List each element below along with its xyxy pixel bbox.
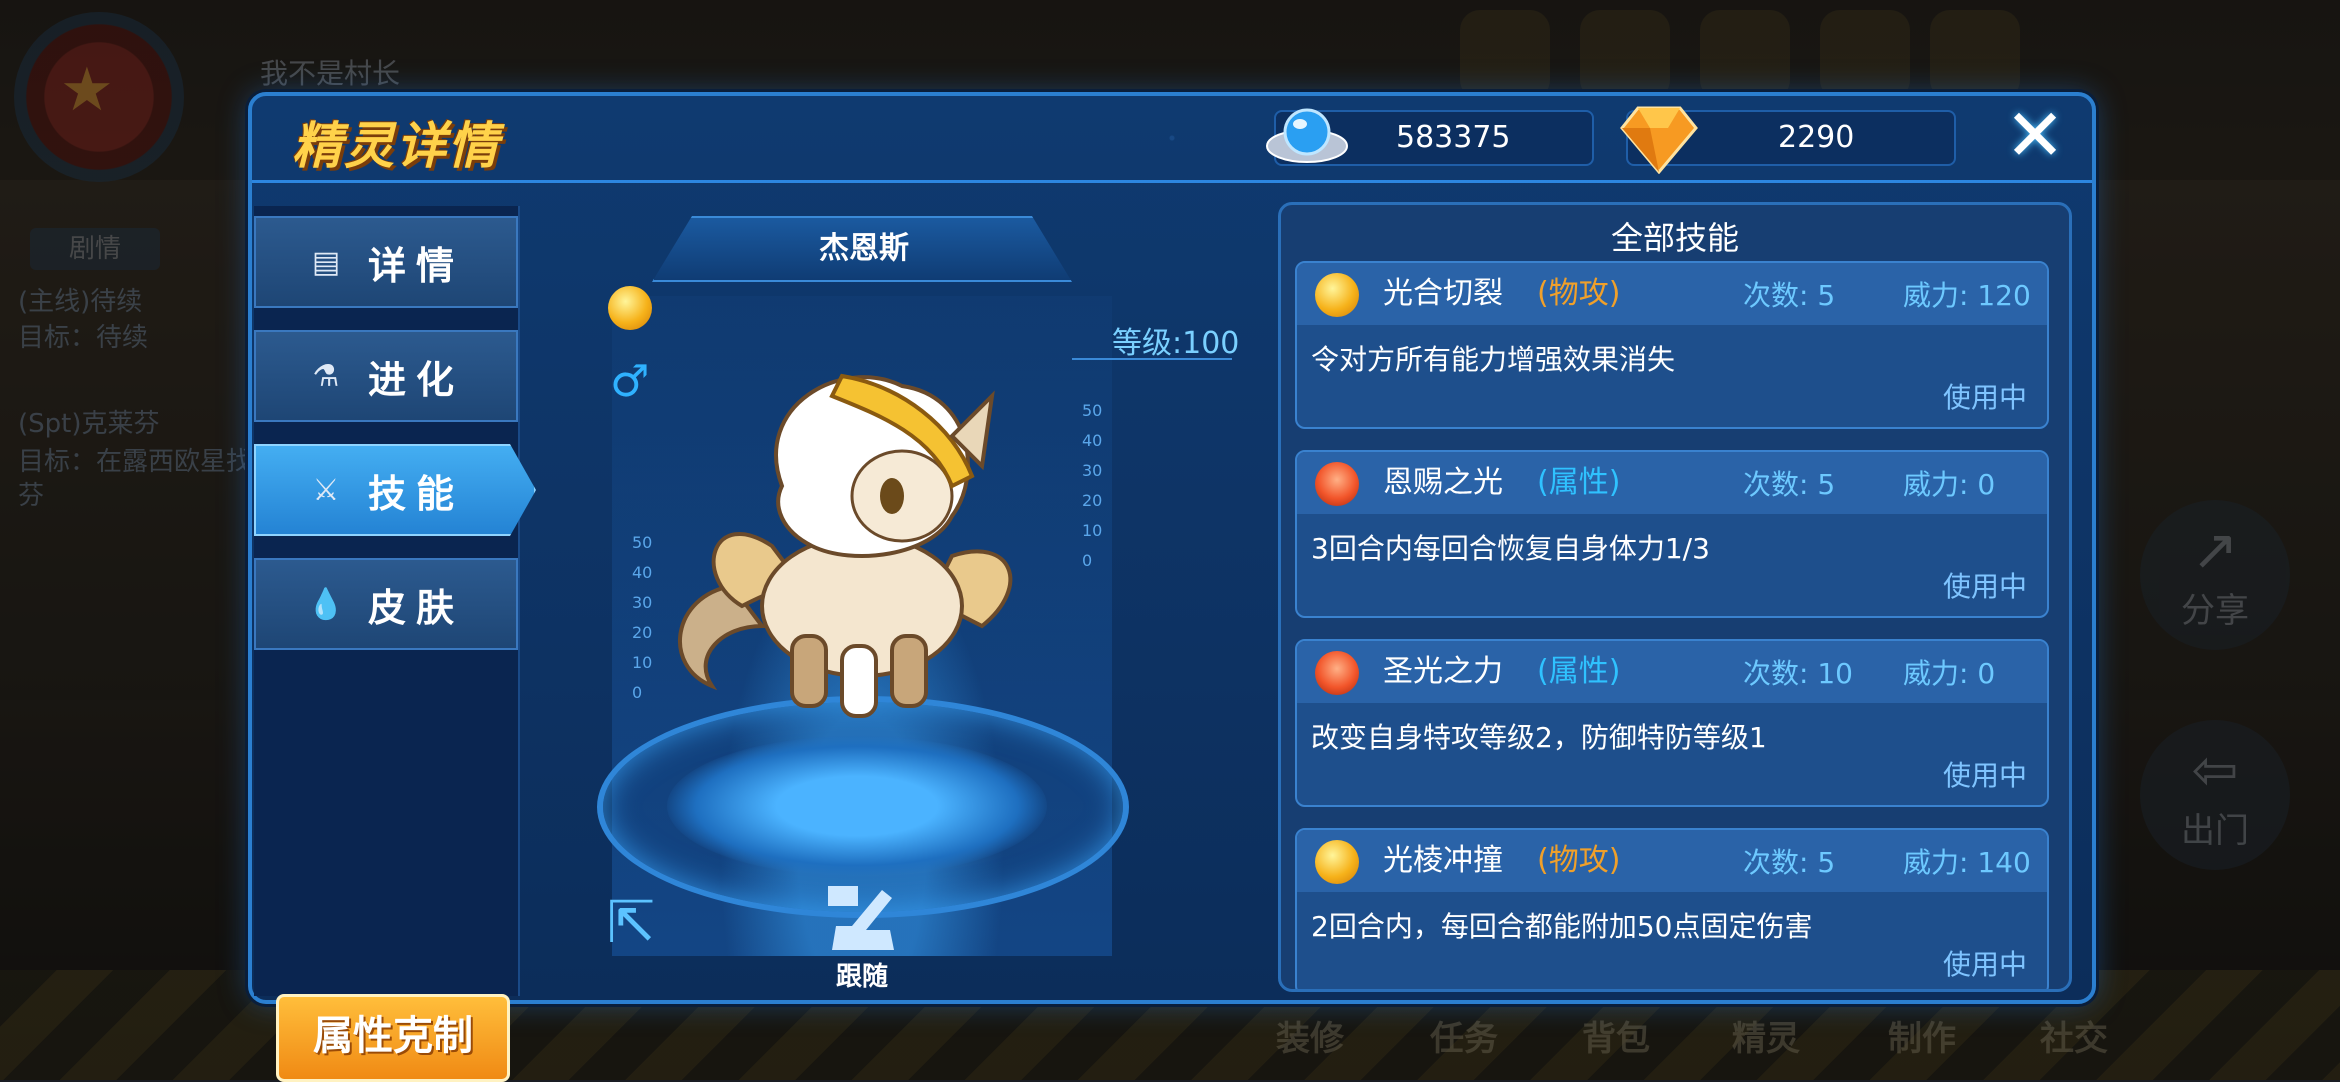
skill-header: 光合切裂 (物攻) 次数: 5 威力: 120 — [1297, 263, 2047, 325]
close-icon: ✕ — [2004, 93, 2066, 177]
diamond-icon — [1620, 106, 1698, 174]
details-icon: ▤ — [311, 244, 341, 280]
skill-status: 使用中 — [1942, 570, 2027, 603]
pet-level: 等级:100 — [1112, 326, 1240, 361]
skill-description: 改变自身特攻等级2，防御特防等级1 — [1311, 721, 1767, 754]
tab-skills[interactable]: ⚔ 技能 — [254, 444, 536, 536]
tab-details[interactable]: ▤ 详情 — [254, 216, 518, 308]
currency-coins: 583375 — [1266, 108, 1594, 166]
skill-description: 2回合内，每回合都能附加50点固定伤害 — [1311, 910, 1813, 943]
skill-description: 3回合内每回合恢复自身体力1/3 — [1311, 532, 1710, 565]
pet-platform-glow — [667, 736, 1047, 876]
pet-name: 杰恩斯 — [819, 231, 909, 266]
pet-name-banner: 杰恩斯 — [652, 216, 1072, 282]
attribute-type-icon — [1315, 651, 1359, 695]
light-type-icon — [1315, 273, 1359, 317]
skill-header: 光棱冲撞 (物攻) 次数: 5 威力: 140 — [1297, 830, 2047, 892]
share-pet-button[interactable]: ⇱ — [592, 886, 670, 958]
skill-header: 圣光之力 (属性) 次数: 10 威力: 0 — [1297, 641, 2047, 703]
male-gender-icon: ♂ — [610, 356, 650, 407]
skill-pp: 次数: 10 — [1743, 657, 1853, 690]
follow-button[interactable] — [822, 880, 900, 952]
skill-power: 威力: 140 — [1903, 846, 2031, 879]
skill-name: 光合切裂 — [1383, 276, 1503, 311]
skill-pp: 次数: 5 — [1743, 279, 1836, 312]
tab-evolution[interactable]: ⚗ 进化 — [254, 330, 518, 422]
diamond-amount: 2290 — [1778, 120, 1855, 155]
drop-icon: 💧 — [307, 586, 345, 622]
follow-icon — [828, 886, 894, 950]
skill-status: 使用中 — [1942, 381, 2027, 414]
light-type-icon — [1315, 840, 1359, 884]
saucer-coin-icon — [1266, 108, 1348, 163]
dialog-title: 精灵详情 — [292, 117, 500, 175]
skill-category: (物攻) — [1537, 276, 1621, 311]
side-tab-list: ▤ 详情 ⚗ 进化 ⚔ 技能 💧 皮肤 属性克制 — [254, 206, 536, 1082]
tab-label: 进化 — [368, 357, 465, 402]
scale-left: 50 40 30 20 10 0 — [632, 533, 653, 702]
coin-amount: 583375 — [1396, 120, 1511, 155]
dialog-header: 精灵详情 583375 2290 ✕ — [252, 96, 2092, 183]
skill-card[interactable]: 光棱冲撞 (物攻) 次数: 5 威力: 140 2回合内，每回合都能附加50点固… — [1295, 828, 2049, 989]
level-underline — [1072, 358, 1232, 360]
skill-category: (物攻) — [1537, 843, 1621, 878]
currency-diamonds: 2290 — [1620, 106, 1956, 174]
skill-pp: 次数: 5 — [1743, 846, 1836, 879]
skill-card[interactable]: 恩赐之光 (属性) 次数: 5 威力: 0 3回合内每回合恢复自身体力1/3 使… — [1295, 450, 2049, 618]
tab-label: 详情 — [368, 243, 465, 288]
skill-card[interactable]: 光合切裂 (物攻) 次数: 5 威力: 120 令对方所有能力增强效果消失 使用… — [1295, 261, 2049, 429]
scale-right: 50 40 30 20 10 0 — [1082, 401, 1103, 570]
flask-icon: ⚗ — [312, 358, 340, 394]
skill-power: 威力: 0 — [1903, 657, 1996, 690]
follow-label: 跟随 — [835, 962, 888, 992]
pet-details-dialog: 精灵详情 583375 2290 ✕ ▤ 详情 ⚗ 进化 ⚔ 技能 💧 皮肤 属… — [248, 92, 2096, 1082]
tab-skins[interactable]: 💧 皮肤 — [254, 558, 518, 650]
skill-status: 使用中 — [1942, 759, 2027, 792]
tab-label: 技能 — [368, 471, 465, 516]
skill-category: (属性) — [1537, 465, 1621, 500]
light-attribute-icon — [608, 286, 652, 330]
skill-name: 恩赐之光 — [1383, 465, 1503, 500]
skills-panel-title: 全部技能 — [1610, 219, 1739, 257]
close-button[interactable]: ✕ — [2004, 99, 2066, 171]
share-icon: ⇱ — [606, 888, 656, 956]
skill-power: 威力: 0 — [1903, 468, 1996, 501]
skill-header: 恩赐之光 (属性) 次数: 5 威力: 0 — [1297, 452, 2047, 514]
skill-name: 光棱冲撞 — [1383, 843, 1503, 878]
type-chart-button[interactable]: 属性克制 — [276, 994, 510, 1082]
attribute-type-icon — [1315, 462, 1359, 506]
skills-panel: 全部技能 光合切裂 (物攻) 次数: 5 威力: 120 令对方所有能力增强效果… — [1278, 202, 2072, 992]
skill-name: 圣光之力 — [1383, 654, 1503, 689]
skill-pp: 次数: 5 — [1743, 468, 1836, 501]
skill-power: 威力: 120 — [1903, 279, 2031, 312]
tab-label: 皮肤 — [368, 585, 465, 630]
skill-description: 令对方所有能力增强效果消失 — [1311, 343, 1676, 376]
skill-card[interactable]: 圣光之力 (属性) 次数: 10 威力: 0 改变自身特攻等级2，防御特防等级1… — [1295, 639, 2049, 807]
pet-illustration — [677, 373, 1013, 718]
sword-icon: ⚔ — [312, 472, 340, 508]
skill-category: (属性) — [1537, 654, 1621, 689]
skill-status: 使用中 — [1942, 948, 2027, 981]
